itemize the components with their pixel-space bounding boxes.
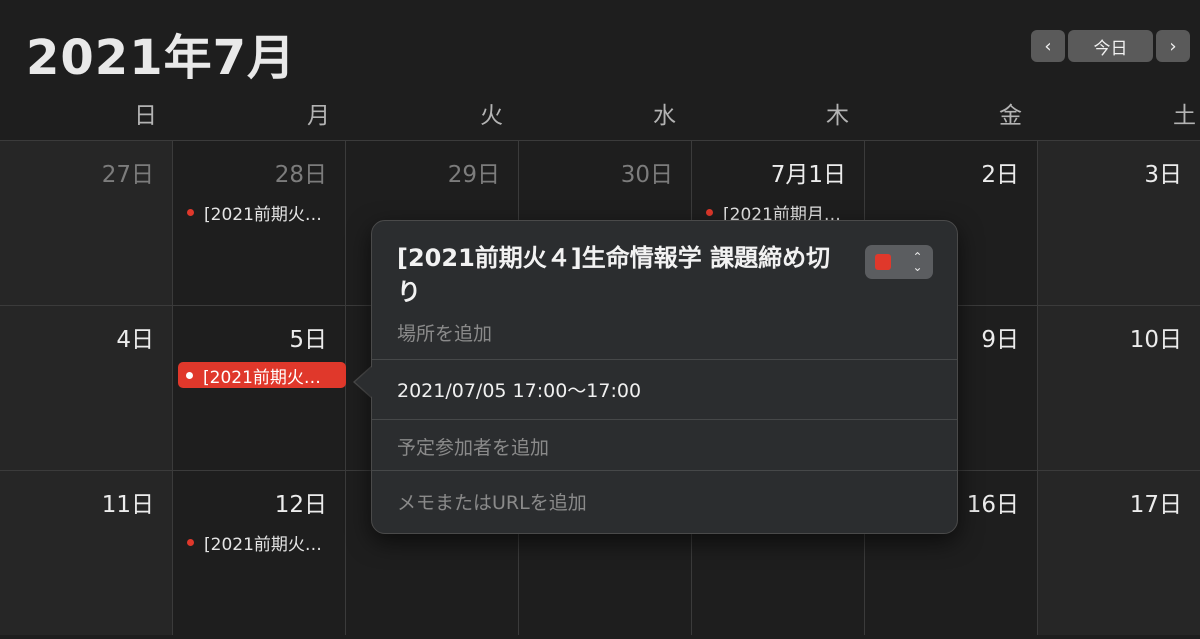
event-dot-icon [187,538,194,546]
calendar-event[interactable]: [2021前期火… [179,529,343,555]
event-detail-popover: [2021前期火４]生命情報学 課題締め切り ⌃ ⌄ 場所を追加 2021/07/… [371,220,958,534]
day-number: 29日 [447,162,500,188]
day-number: 30日 [620,162,673,188]
day-cell[interactable]: 3日 [1038,140,1200,305]
day-number: 28日 [274,162,327,188]
today-button[interactable]: 今日 [1068,30,1153,62]
calendar-event[interactable]: [2021前期火… [179,199,343,225]
chevron-left-icon: ‹ [1044,35,1052,57]
previous-month-button[interactable]: ‹ [1031,30,1065,62]
weekday-label: 土 [1173,103,1196,129]
day-cell[interactable]: 4日 [0,305,173,470]
weekday-label: 水 [653,103,676,129]
divider [372,359,957,360]
day-number: 10日 [1129,327,1182,353]
day-number: 7月1日 [770,162,846,188]
up-down-chevron-icon: ⌃ ⌄ [912,250,923,274]
event-label: [2021前期火… [203,367,321,388]
divider [372,470,957,471]
day-number: 9日 [981,327,1019,353]
day-cell[interactable]: 12日 [2021前期火… [173,470,346,635]
day-cell[interactable]: 5日 [2021前期火… [173,305,346,470]
event-title[interactable]: [2021前期火４]生命情報学 課題締め切り [397,241,847,309]
chevron-right-icon: › [1169,35,1177,57]
day-number: 17日 [1129,492,1182,518]
selected-calendar-event[interactable]: [2021前期火… [178,362,346,388]
day-number: 4日 [116,327,154,353]
popover-arrow-fill [355,366,373,398]
weekday-header: 日 月 火 水 木 金 土 [0,96,1200,130]
weekday-label: 日 [134,103,157,129]
day-cell[interactable]: 11日 [0,470,173,635]
calendar-color-picker[interactable]: ⌃ ⌄ [865,245,933,279]
weekday-label: 火 [480,103,503,129]
event-label: [2021前期火… [204,204,322,225]
location-field[interactable]: 場所を追加 [397,319,492,346]
month-title: 2021年7月 [26,30,296,86]
next-month-button[interactable]: › [1156,30,1190,62]
invitees-field[interactable]: 予定参加者を追加 [397,433,549,460]
event-dot-icon [186,371,193,379]
navigation-controls: ‹ 今日 › [1031,30,1190,62]
day-cell[interactable]: 28日 [2021前期火… [173,140,346,305]
day-number: 2日 [981,162,1019,188]
day-cell[interactable]: 17日 [1038,470,1200,635]
day-number: 5日 [289,327,327,353]
weekday-label: 月 [307,103,330,129]
notes-field[interactable]: メモまたはURLを追加 [397,488,587,515]
day-number: 3日 [1144,162,1182,188]
event-dot-icon [187,208,194,216]
event-datetime[interactable]: 2021/07/05 17:00〜17:00 [397,376,641,403]
day-number: 12日 [274,492,327,518]
weekday-label: 木 [826,103,849,129]
day-number: 16日 [966,492,1019,518]
event-label: [2021前期火… [204,534,322,555]
day-number: 11日 [101,492,154,518]
day-number: 27日 [101,162,154,188]
divider [372,419,957,420]
day-cell[interactable]: 27日 [0,140,173,305]
event-dot-icon [706,208,713,216]
calendar-color-swatch [875,254,892,270]
weekday-label: 金 [999,103,1022,129]
day-cell[interactable]: 10日 [1038,305,1200,470]
